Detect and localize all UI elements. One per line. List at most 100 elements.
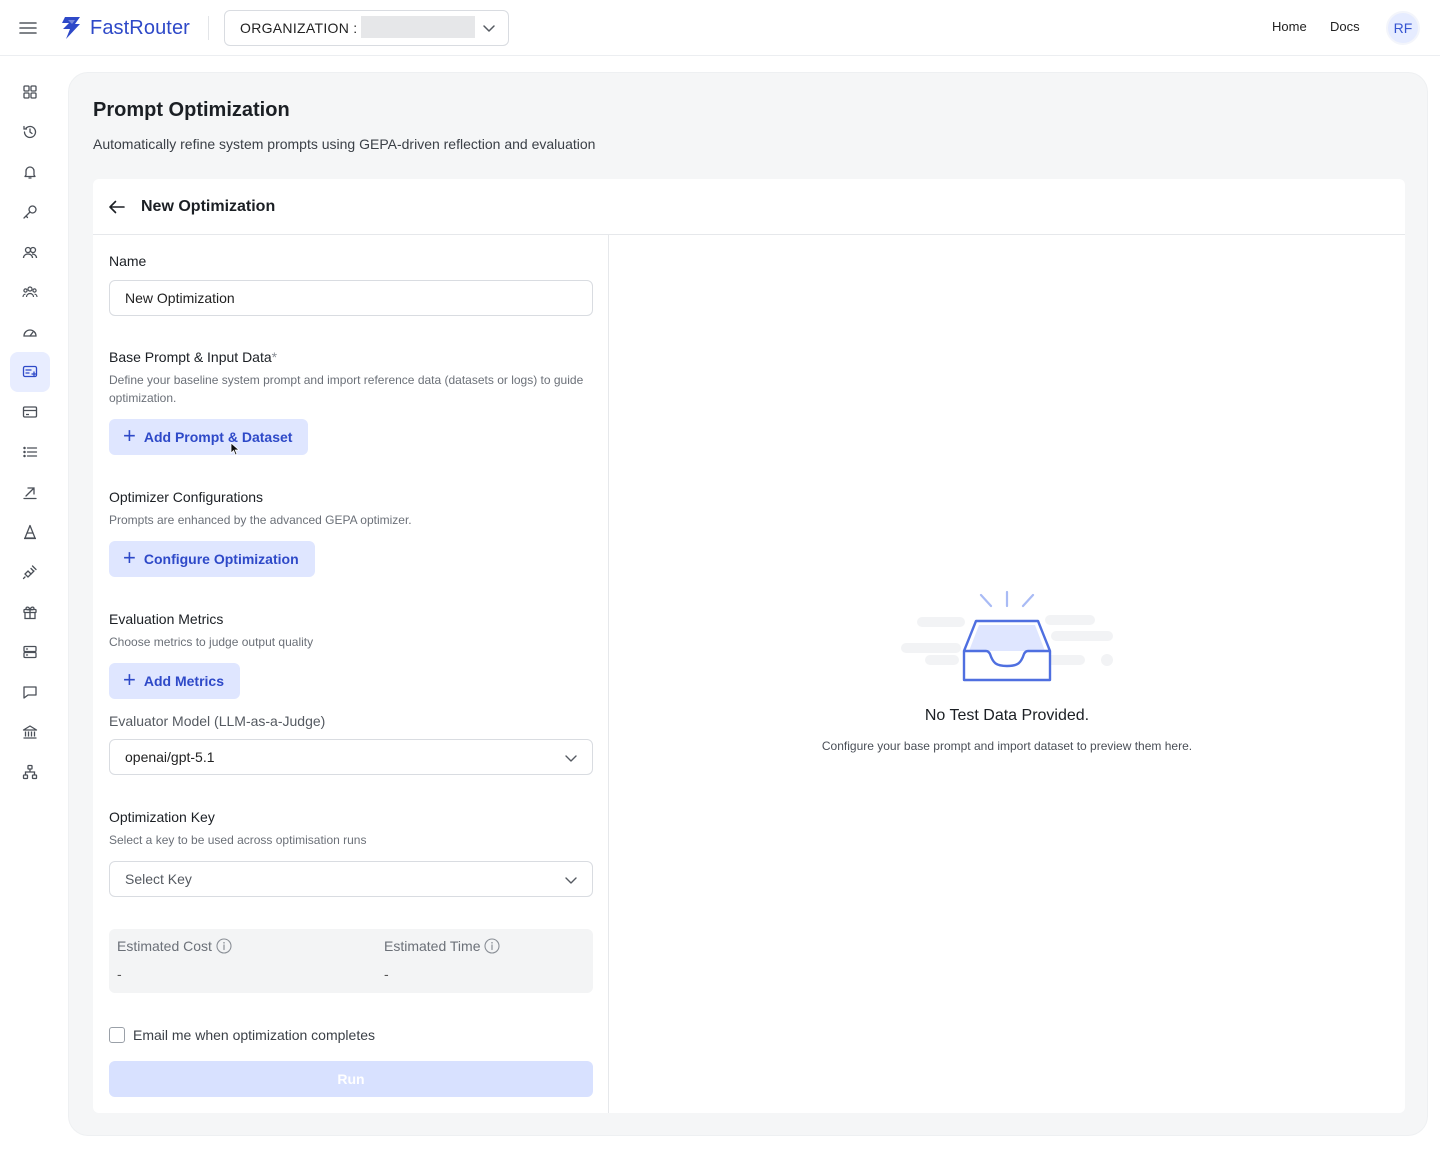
chevron-down-icon bbox=[564, 751, 578, 765]
network-icon bbox=[22, 764, 38, 780]
bank-icon bbox=[22, 724, 38, 740]
card-header: New Optimization bbox=[93, 179, 1405, 235]
main-content: Prompt Optimization Automatically refine… bbox=[68, 72, 1428, 1136]
email-notify-label[interactable]: Email me when optimization completes bbox=[133, 1027, 375, 1043]
base-prompt-label-text: Base Prompt & Input Data bbox=[109, 349, 272, 365]
email-notify-row: Email me when optimization completes bbox=[109, 1027, 375, 1043]
page-subtitle: Automatically refine system prompts usin… bbox=[93, 136, 596, 152]
estimated-time-value: - bbox=[384, 966, 389, 982]
sidebar-item-network[interactable] bbox=[10, 752, 50, 792]
organization-select[interactable]: ORGANIZATION : bbox=[224, 10, 509, 46]
estimated-cost-label-text: Estimated Cost bbox=[117, 938, 212, 954]
bell-icon bbox=[22, 164, 38, 180]
model-icon bbox=[22, 524, 38, 540]
list-icon bbox=[22, 444, 38, 460]
optimization-key-help: Select a key to be used across optimisat… bbox=[109, 833, 367, 847]
grid-icon bbox=[22, 84, 38, 100]
optimization-key-placeholder: Select Key bbox=[125, 871, 192, 887]
sidebar-item-users[interactable] bbox=[10, 232, 50, 272]
configure-optimization-label: Configure Optimization bbox=[143, 551, 299, 567]
info-icon[interactable] bbox=[484, 938, 501, 954]
key-icon bbox=[22, 204, 38, 220]
back-arrow-icon[interactable] bbox=[107, 197, 127, 217]
evaluation-metrics-label: Evaluation Metrics bbox=[109, 611, 224, 627]
sidebar-item-prompt-optimization[interactable] bbox=[10, 352, 50, 392]
add-prompt-dataset-button[interactable]: + Add Prompt & Dataset bbox=[109, 419, 309, 455]
sidebar-item-billing[interactable] bbox=[10, 392, 50, 432]
sidebar-item-notifications[interactable] bbox=[10, 152, 50, 192]
mouse-pointer-icon bbox=[230, 442, 240, 456]
estimates-panel: Estimated Cost - Estimated Time - bbox=[109, 929, 593, 993]
chevron-down-icon bbox=[482, 21, 496, 35]
gauge-icon bbox=[22, 324, 38, 340]
users-icon bbox=[22, 244, 38, 260]
name-input[interactable] bbox=[109, 280, 593, 316]
empty-state-subtitle: Configure your base prompt and import da… bbox=[821, 739, 1193, 753]
add-prompt-dataset-label: Add Prompt & Dataset bbox=[143, 429, 293, 445]
estimated-cost-label: Estimated Cost bbox=[117, 938, 232, 954]
optimizer-config-label: Optimizer Configurations bbox=[109, 489, 264, 505]
arrow-up-right-icon bbox=[22, 484, 38, 500]
page-title: Prompt Optimization bbox=[93, 99, 290, 121]
brand-logo[interactable]: FastRouter bbox=[58, 14, 190, 42]
optimization-key-label: Optimization Key bbox=[109, 809, 215, 825]
sidebar-item-support[interactable] bbox=[10, 672, 50, 712]
sidebar-item-logs[interactable] bbox=[10, 432, 50, 472]
brand-name: FastRouter bbox=[90, 16, 190, 39]
evaluator-model-select[interactable]: openai/gpt-5.1 bbox=[109, 739, 593, 775]
header-divider bbox=[208, 16, 209, 40]
empty-state-panel: No Test Data Provided. Configure your ba… bbox=[609, 235, 1405, 1113]
nav-docs-link[interactable]: Docs bbox=[1330, 19, 1360, 34]
menu-icon[interactable] bbox=[18, 18, 38, 38]
user-avatar[interactable]: RF bbox=[1386, 11, 1420, 45]
info-icon[interactable] bbox=[216, 938, 232, 954]
base-prompt-label: Base Prompt & Input Data* bbox=[109, 349, 277, 365]
run-button[interactable]: Run bbox=[109, 1061, 593, 1097]
sidebar-item-dashboard[interactable] bbox=[10, 72, 50, 112]
name-label: Name bbox=[109, 253, 147, 269]
empty-state-title: No Test Data Provided. bbox=[924, 707, 1090, 724]
evaluator-model-value: openai/gpt-5.1 bbox=[125, 749, 215, 765]
sidebar bbox=[0, 56, 60, 1152]
gift-icon bbox=[22, 604, 38, 620]
estimated-time-label: Estimated Time bbox=[384, 938, 501, 954]
credit-card-icon bbox=[22, 404, 38, 420]
server-icon bbox=[22, 644, 38, 660]
organization-redacted-value bbox=[361, 16, 475, 38]
sidebar-item-history[interactable] bbox=[10, 112, 50, 152]
history-icon bbox=[22, 124, 38, 140]
sidebar-item-routing[interactable] bbox=[10, 472, 50, 512]
organization-label: ORGANIZATION : bbox=[240, 20, 358, 36]
sidebar-item-usage[interactable] bbox=[10, 312, 50, 352]
base-prompt-help: Define your baseline system prompt and i… bbox=[109, 373, 584, 405]
lightning-logo-icon bbox=[58, 15, 84, 41]
configure-optimization-button[interactable]: + Configure Optimization bbox=[109, 541, 315, 577]
required-marker: * bbox=[271, 349, 278, 365]
sidebar-item-rewards[interactable] bbox=[10, 592, 50, 632]
prompt-optimize-icon bbox=[22, 364, 38, 380]
sidebar-item-organization[interactable] bbox=[10, 712, 50, 752]
nav-home-link[interactable]: Home bbox=[1272, 19, 1307, 34]
plus-icon: + bbox=[123, 423, 136, 448]
plug-icon bbox=[22, 564, 38, 580]
empty-inbox-illustration bbox=[895, 589, 1119, 685]
plus-icon: + bbox=[123, 545, 136, 570]
sidebar-item-integrations[interactable] bbox=[10, 552, 50, 592]
sidebar-item-keys[interactable] bbox=[10, 192, 50, 232]
add-metrics-button[interactable]: + Add Metrics bbox=[109, 663, 240, 699]
evaluation-metrics-help: Choose metrics to judge output quality bbox=[109, 635, 314, 649]
estimated-cost-value: - bbox=[117, 966, 122, 982]
add-metrics-label: Add Metrics bbox=[143, 673, 224, 689]
sidebar-item-servers[interactable] bbox=[10, 632, 50, 672]
team-icon bbox=[22, 284, 38, 300]
chat-icon bbox=[22, 684, 38, 700]
optimization-key-select[interactable]: Select Key bbox=[109, 861, 593, 897]
email-notify-checkbox[interactable] bbox=[109, 1027, 125, 1043]
sidebar-item-team[interactable] bbox=[10, 272, 50, 312]
sidebar-item-models[interactable] bbox=[10, 512, 50, 552]
card-title: New Optimization bbox=[141, 198, 276, 215]
evaluator-model-label: Evaluator Model (LLM-as-a-Judge) bbox=[109, 713, 326, 729]
optimization-card: New Optimization Name Base Prompt & Inpu… bbox=[93, 179, 1405, 1113]
plus-icon: + bbox=[123, 667, 136, 692]
estimated-time-label-text: Estimated Time bbox=[384, 938, 481, 954]
